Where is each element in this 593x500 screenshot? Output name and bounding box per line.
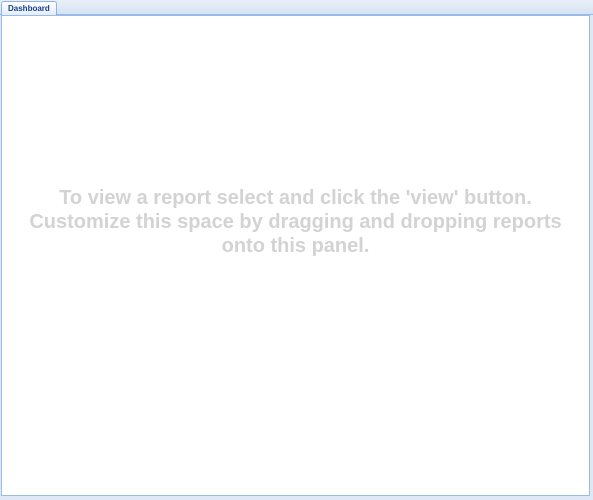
empty-panel-hint: To view a report select and click the 'v… [2, 186, 589, 258]
hint-line-3: onto this panel. [221, 235, 370, 257]
hint-line-2: Customize this space by dragging and dro… [29, 211, 562, 233]
tab-dashboard[interactable]: Dashboard [1, 1, 57, 15]
tab-strip: Dashboard [0, 0, 593, 15]
dashboard-window: Dashboard To view a report select and cl… [0, 0, 593, 500]
hint-line-1: To view a report select and click the 'v… [59, 187, 532, 209]
dashboard-panel[interactable]: To view a report select and click the 'v… [1, 15, 590, 496]
